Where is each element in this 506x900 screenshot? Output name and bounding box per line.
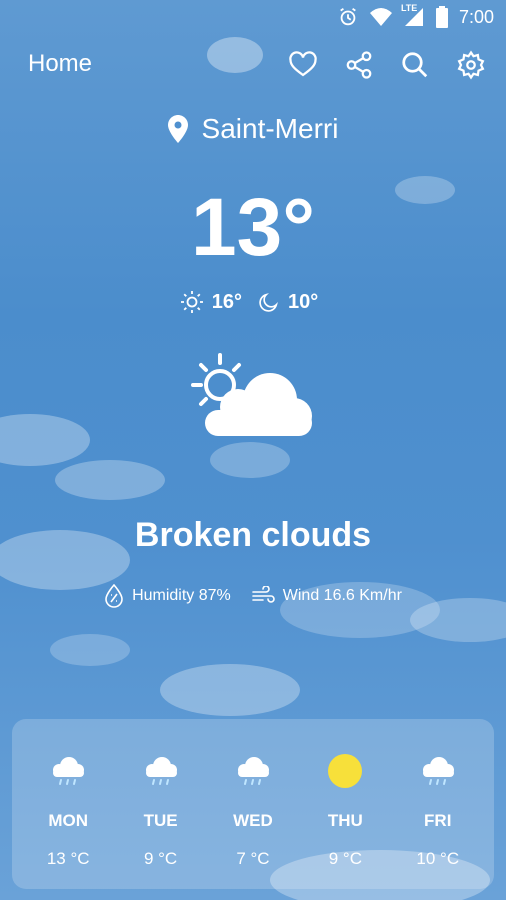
forecast-day[interactable]: WED 7 °C [218,719,288,889]
forecast-day-name: TUE [143,811,178,830]
gear-icon [457,50,485,80]
share-button[interactable] [342,48,376,82]
favorite-button[interactable] [286,48,320,82]
location-pin-icon [167,115,188,143]
weather-condition: Broken clouds [134,516,372,554]
high-low: 16° 10° [0,290,506,314]
forecast-day-name: WED [233,811,273,830]
low-temp: 10° [288,290,319,313]
page-title: Home [28,50,93,77]
wind-text: Wind 16.6 Km/hr [282,587,402,604]
weather-details: Humidity 87% Wind 16.6 Km/hr [0,584,506,608]
wind-icon [251,586,275,603]
search-icon [402,52,428,78]
humidity-text: Humidity 87% [132,587,231,604]
wind-info: Wind 16.6 Km/hr [251,586,402,606]
forecast-day-name: THU [327,811,363,830]
partly-cloudy-icon [191,353,312,436]
high-temp: 16° [211,290,242,313]
search-button[interactable] [398,48,432,82]
forecast-day[interactable]: THU 9 °C [310,719,380,889]
forecast-day-name: MON [48,811,89,830]
heart-icon [289,51,317,77]
sun-icon [328,754,363,788]
battery-icon [435,6,449,28]
network-type: LTE [400,3,418,13]
forecast-panel: MON 13 °C TUE 9 °C WED 7 °C THU 9 °C FRI… [12,719,494,889]
forecast-day-temp: 9 °C [143,849,178,868]
forecast-day-temp: 13 °C [46,849,90,868]
rain-cloud-icon [145,757,177,785]
humidity-icon [105,584,123,608]
signal-icon: LTE [401,3,425,27]
top-bar: Home [0,46,506,86]
status-bar: LTE 7:00 [0,0,506,34]
rain-cloud-icon [422,757,454,785]
forecast-day-name: FRI [424,811,452,830]
forecast-day[interactable]: TUE 9 °C [126,719,196,889]
location-name: Saint-Merri [201,113,339,144]
rain-cloud-icon [237,757,269,785]
header-actions [286,48,488,82]
rain-cloud-icon [53,757,85,785]
location[interactable]: Saint-Merri [0,113,506,145]
forecast-day-temp: 9 °C [328,849,362,868]
alarm-icon [337,6,359,28]
forecast-day[interactable]: MON 13 °C [33,719,103,889]
current-temperature: 13° [190,182,315,273]
settings-button[interactable] [454,48,488,82]
moon-icon [259,293,278,312]
wifi-icon [369,7,393,27]
forecast-day-temp: 7 °C [236,849,270,868]
forecast-day-temp: 10 °C [416,849,460,868]
share-icon [346,51,372,79]
forecast-day[interactable]: FRI 10 °C [403,719,473,889]
humidity-info: Humidity 87% [104,584,231,608]
status-time: 7:00 [458,6,494,27]
sun-outline-icon [180,291,203,313]
